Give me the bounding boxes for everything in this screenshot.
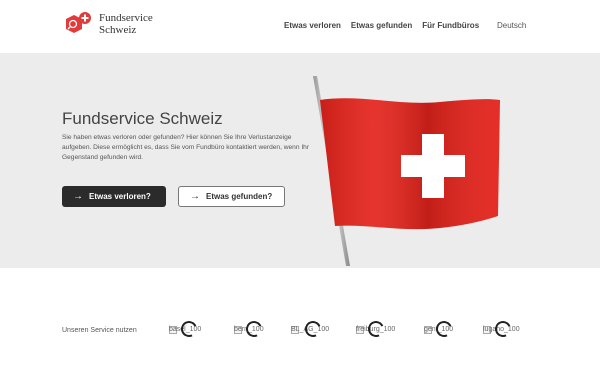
service-label: Unseren Service nutzen	[62, 327, 137, 334]
partner-logo-freiburg[interactable]: freiburg_100	[356, 318, 416, 341]
loading-spinner-icon	[492, 318, 514, 340]
found-item-button[interactable]: → Etwas gefunden?	[178, 186, 285, 207]
loading-spinner-icon	[178, 318, 200, 340]
site-header: Fundservice Schweiz Etwas verloren Etwas…	[0, 0, 600, 53]
arrow-right-icon: →	[190, 191, 200, 202]
partner-logo-bl-ag[interactable]: BL_AG_100	[291, 318, 351, 341]
brand-name: Fundservice Schweiz	[99, 12, 153, 36]
arrow-right-icon: →	[73, 191, 83, 202]
hero-description: Sie haben etwas verloren oder gefunden? …	[62, 134, 310, 161]
lost-item-button-label: Etwas verloren?	[89, 192, 151, 201]
nav-item-found[interactable]: Etwas gefunden	[351, 21, 412, 30]
partner-logo-lugano[interactable]: lugano_100	[483, 318, 543, 341]
logo-mark-icon	[62, 11, 92, 37]
lost-item-button[interactable]: → Etwas verloren?	[62, 186, 166, 207]
partner-logo-basel[interactable]: basel_100	[169, 318, 229, 341]
found-item-button-label: Etwas gefunden?	[206, 192, 273, 201]
brand-name-line2: Schweiz	[99, 24, 137, 36]
loading-spinner-icon	[302, 318, 324, 340]
partner-logo-bern[interactable]: bern_100	[234, 318, 294, 341]
brand-name-line1: Fundservice	[99, 12, 153, 24]
hero-title: Fundservice Schweiz	[62, 109, 223, 128]
loading-spinner-icon	[365, 318, 387, 340]
partner-logo-genf[interactable]: genf_100	[424, 318, 484, 341]
swiss-flag-image	[310, 76, 510, 276]
language-selector[interactable]: Deutsch	[497, 21, 526, 30]
loading-spinner-icon	[433, 318, 455, 340]
loading-spinner-icon	[243, 318, 265, 340]
main-nav: Etwas verloren Etwas gefunden Für Fundbü…	[284, 21, 489, 30]
nav-item-lost[interactable]: Etwas verloren	[284, 21, 341, 30]
brand-logo[interactable]: Fundservice Schweiz	[62, 11, 153, 37]
nav-item-offices[interactable]: Für Fundbüros	[422, 21, 479, 30]
